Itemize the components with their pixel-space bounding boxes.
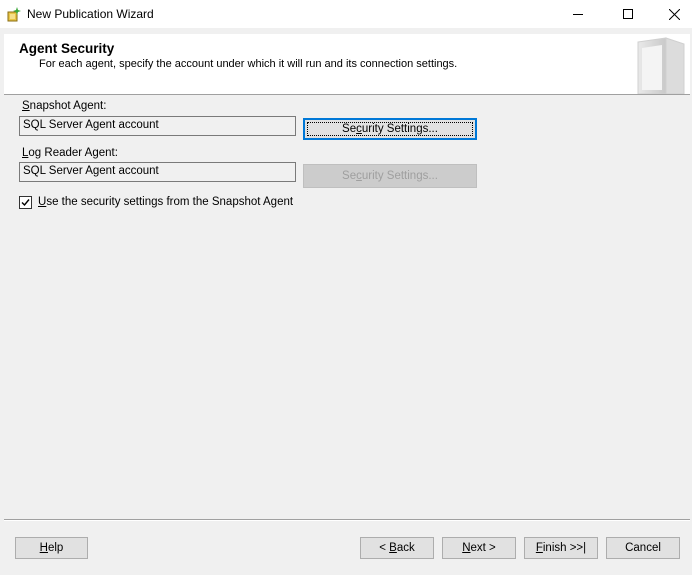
page-subtitle: For each agent, specify the account unde… <box>39 58 458 70</box>
page-title: Agent Security <box>19 41 115 56</box>
maximize-icon <box>623 9 633 19</box>
wizard-header: Agent Security For each agent, specify t… <box>4 34 690 95</box>
window-title: New Publication Wizard <box>27 7 154 21</box>
wizard-app-icon <box>6 6 22 22</box>
checkmark-icon <box>21 199 30 207</box>
use-snapshot-settings-label[interactable]: Use the security settings from the Snaps… <box>38 196 293 208</box>
use-snapshot-settings-checkbox[interactable] <box>19 196 32 209</box>
close-button[interactable] <box>651 0 692 28</box>
back-button[interactable]: < Back <box>360 537 434 559</box>
minimize-button[interactable] <box>555 0 601 28</box>
cancel-button[interactable]: Cancel <box>606 537 680 559</box>
close-icon <box>668 8 680 20</box>
minimize-icon <box>573 14 583 15</box>
maximize-button[interactable] <box>605 0 651 28</box>
log-reader-agent-label: Log Reader Agent: <box>22 147 118 159</box>
log-reader-security-settings-button[interactable]: Se c urity Settings... <box>303 164 477 188</box>
title-bar: New Publication Wizard <box>0 0 692 28</box>
footer-separator <box>4 519 690 521</box>
wizard-banner-icon <box>632 36 688 95</box>
log-reader-agent-account-field[interactable]: SQL Server Agent account <box>19 162 296 182</box>
help-button[interactable]: Help <box>15 537 88 559</box>
next-button[interactable]: Next > <box>442 537 516 559</box>
snapshot-security-settings-button[interactable]: Se c urity Settings... <box>303 118 477 140</box>
snapshot-agent-label: Snapshot Agent: <box>22 100 107 112</box>
snapshot-agent-account-field[interactable]: SQL Server Agent account <box>19 116 296 136</box>
finish-button[interactable]: Finish >>| <box>524 537 598 559</box>
